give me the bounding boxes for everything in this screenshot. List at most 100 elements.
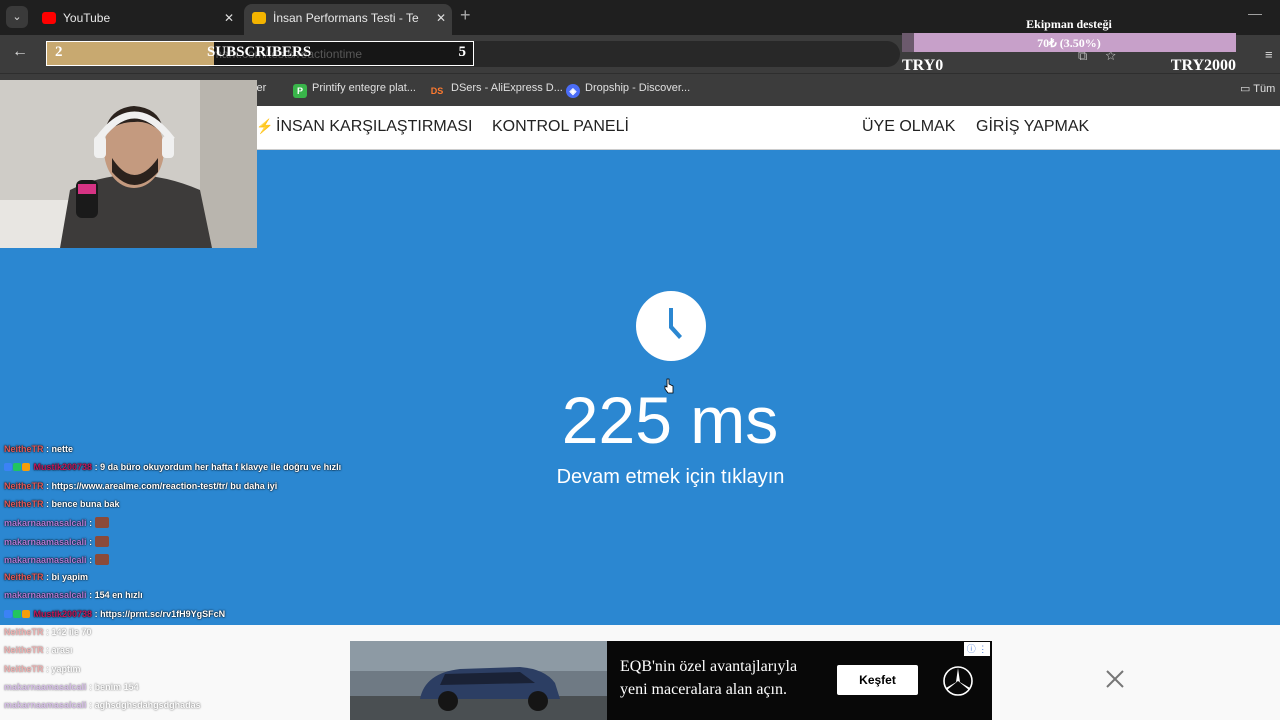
nav-human-comparison[interactable]: İNSAN KARŞILAŞTIRMASI (276, 118, 473, 136)
close-ad-icon[interactable] (1104, 668, 1126, 690)
chat-username: NeitheTR (4, 572, 44, 583)
advertisement[interactable]: EQB'nin özel avantajlarıyla yeni maceral… (350, 641, 992, 720)
bookmark-printify[interactable]: P Printify entegre plat... (293, 82, 416, 98)
chat-message: NeitheTR : arası (4, 645, 73, 656)
subscriber-progress-fill (47, 42, 214, 65)
chat-username: makarnaamasalcali (4, 536, 87, 547)
bookmark-dropship[interactable]: ◈ Dropship - Discover... (566, 82, 690, 98)
chat-username: makarnaamasalcali (4, 590, 87, 601)
chat-text: 142 ile 70 (51, 627, 92, 637)
reading-list-icon[interactable]: ≡ (1265, 47, 1273, 62)
nav-dashboard[interactable]: KONTROL PANELİ (492, 118, 629, 136)
tab-title: İnsan Performans Testi - Tepki S (273, 11, 419, 25)
donation-title: Ekipman desteği (1026, 17, 1112, 31)
chat-text: arası (51, 645, 73, 656)
chat-text: bence buna bak (51, 498, 120, 509)
chat-text: aghsdghsdahgsdghadas (94, 700, 201, 711)
bookmark-dsers[interactable]: DS DSers - AliExpress D... (428, 82, 563, 98)
chat-badge-icon (22, 609, 30, 618)
chat-message: NeitheTR : bi yapim (4, 572, 89, 583)
dsers-icon: DS (430, 86, 444, 96)
printify-icon: P (293, 84, 307, 98)
chat-message: Mustik200738 : https://prnt.sc/rv1fH9YgS… (4, 609, 225, 619)
bookmark-label: Dropship - Discover... (585, 82, 691, 94)
nav-login[interactable]: GİRİŞ YAPMAK (976, 118, 1089, 136)
back-arrow-icon[interactable]: ← (12, 43, 28, 61)
chat-message: NeitheTR : nette (4, 444, 74, 454)
ad-info-icon[interactable]: ⓘ ⋮ (964, 642, 990, 656)
chat-text: nette (51, 444, 74, 454)
chat-username: makarnaamasalcali (4, 518, 87, 529)
close-tab-icon[interactable]: ✕ (224, 4, 234, 32)
lightning-logo-icon[interactable]: ⚡ (256, 118, 273, 135)
donation-progress-track: 70₺ (3.50%) (902, 33, 1236, 52)
mercedes-star-icon (943, 666, 973, 696)
chat-username: Mustik200738 (33, 462, 93, 473)
chat-username: NeitheTR (4, 627, 44, 637)
chat-username: NeitheTR (4, 480, 44, 491)
chat-text: 154 en hızlı (94, 590, 143, 601)
chat-message: NeitheTR : bence buna bak (4, 498, 120, 509)
subscriber-goal-bar: 2 SUBSCRIBERS 5 (46, 41, 474, 66)
donation-max: TRY2000 (1170, 57, 1236, 74)
chat-username: NeitheTR (4, 444, 44, 454)
dropship-icon: ◈ (566, 84, 580, 98)
donation-value: 70₺ (3.50%) (1037, 36, 1101, 50)
chat-message: NeitheTR : 142 ile 70 (4, 627, 92, 637)
mouse-cursor-icon (664, 378, 674, 394)
chat-message: makarnaamasalcali : (4, 553, 109, 565)
chat-emote-icon (94, 553, 109, 565)
youtube-icon (42, 12, 56, 24)
chat-badge-icon (13, 609, 21, 618)
folder-icon: ▭ (1240, 83, 1251, 95)
chat-badge-icon (4, 609, 12, 618)
chat-username: NeitheTR (4, 663, 44, 674)
continue-instruction[interactable]: Devam etmek için tıklayın (500, 466, 841, 489)
ad-car-image (350, 641, 607, 720)
chat-emote-icon (94, 517, 109, 529)
subscriber-target: 5 (458, 44, 467, 60)
new-tab-icon[interactable]: + (460, 5, 471, 26)
ad-cta-button[interactable]: Keşfet (837, 665, 918, 695)
nav-signup[interactable]: ÜYE OLMAK (862, 118, 955, 136)
tab-title: YouTube (63, 11, 111, 25)
all-bookmarks[interactable]: ▭ Tüm (1240, 82, 1275, 95)
clock-icon (636, 291, 706, 361)
chat-message: NeitheTR : yaptım (4, 663, 81, 674)
chat-message: makarnaamasalcali : (4, 517, 109, 529)
chat-message: NeitheTR : https://www.arealme.com/react… (4, 480, 278, 491)
lightning-icon (252, 12, 266, 24)
chat-message: makarnaamasalcali : aghsdghsdahgsdghadas (4, 700, 201, 711)
bookmark-label: Printify entegre plat... (312, 82, 416, 94)
chat-message: makarnaamasalcali : 154 en hızlı (4, 590, 143, 601)
chat-text: bi yapim (51, 572, 89, 583)
chat-badge-icon (22, 463, 30, 472)
bookmark-label: DSers - AliExpress D... (451, 82, 563, 94)
chat-username: NeitheTR (4, 645, 44, 656)
chat-username: makarnaamasalcali (4, 700, 87, 711)
chat-username: Mustik200738 (33, 608, 93, 619)
chat-username: NeitheTR (4, 498, 44, 509)
chat-text: https://www.arealme.com/reaction-test/tr… (51, 480, 278, 491)
tab-youtube[interactable]: YouTube ✕ (34, 4, 240, 35)
chat-message: Mustik200738 : 9 da büro okuyordum her h… (4, 462, 341, 472)
subscriber-current: 2 (55, 44, 63, 60)
chat-message: makarnaamasalcali : benim 154 (4, 681, 139, 692)
chat-text: benim 154 (94, 681, 139, 692)
close-tab-icon[interactable]: ✕ (436, 4, 446, 32)
chat-badge-icon (4, 463, 12, 472)
chat-username: makarnaamasalcali (4, 681, 87, 692)
chat-emote-icon (94, 535, 109, 547)
tab-search-icon[interactable]: ⌄ (6, 6, 28, 28)
chat-text: yaptım (51, 663, 81, 674)
ad-headline: EQB'nin özel avantajlarıyla yeni maceral… (620, 658, 798, 698)
donation-goal: Ekipman desteği 70₺ (3.50%) TRY0 TRY2000 (902, 14, 1236, 80)
chat-message: makarnaamasalcali : (4, 535, 109, 547)
webcam-feed (0, 80, 257, 248)
tab-reaction-test[interactable]: İnsan Performans Testi - Tepki S ✕ (244, 4, 452, 35)
chat-username: makarnaamasalcali (4, 554, 87, 565)
chat-badge-icon (13, 463, 21, 472)
chat-text: 9 da büro okuyordum her hafta f klavye i… (100, 462, 342, 473)
minimize-icon[interactable]: — (1248, 5, 1262, 21)
all-bookmarks-label: Tüm (1253, 83, 1276, 95)
